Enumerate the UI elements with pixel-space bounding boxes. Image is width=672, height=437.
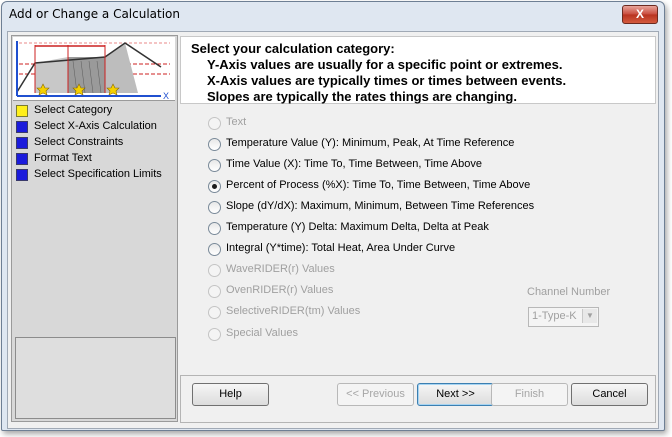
step-indicator-icon <box>16 169 28 181</box>
step-label: Select Category <box>34 104 113 116</box>
instructions-line: Slopes are typically the rates things ar… <box>207 89 517 104</box>
channel-number-value: 1-Type-K <box>532 310 577 322</box>
option-label: Special Values <box>226 327 298 339</box>
step-indicator-icon <box>16 121 28 133</box>
instructions-title: Select your calculation category: <box>191 41 395 56</box>
step-indicator-icon <box>16 153 28 165</box>
radio-icon <box>208 117 221 130</box>
channel-number-select[interactable]: 1-Type-K ▼ <box>528 307 599 327</box>
steps-list: Select Category Select X-Axis Calculatio… <box>12 103 177 183</box>
step-label: Select X-Axis Calculation <box>34 120 157 132</box>
option-label: Text <box>226 116 247 128</box>
button-bar: Help << Previous Next >> Finish Cancel <box>180 375 656 423</box>
option-label: Slope (dY/dX): Maximum, Minimum, Between… <box>226 200 535 212</box>
option-label: Percent of Process (%X): Time To, Time B… <box>226 179 531 191</box>
radio-icon <box>208 138 221 151</box>
radio-icon <box>208 222 221 235</box>
option-label: SelectiveRIDER(tm) Values <box>226 305 361 317</box>
radio-icon <box>208 264 221 277</box>
radio-checked-icon <box>208 180 221 193</box>
thumbnail-axis-label: X <box>163 91 169 100</box>
step-label: Format Text <box>34 152 92 164</box>
radio-icon <box>208 285 221 298</box>
instructions-line: Y-Axis values are usually for a specific… <box>207 57 563 72</box>
instructions-line: X-Axis values are typically times or tim… <box>207 73 567 88</box>
category-thumbnail: X <box>13 37 175 101</box>
option-label: OvenRIDER(r) Values <box>226 284 334 296</box>
category-pane: Select your calculation category: Y-Axis… <box>180 36 656 378</box>
step-select-category[interactable]: Select Category <box>12 103 177 119</box>
channel-number-label: Channel Number <box>527 286 611 298</box>
cancel-button[interactable]: Cancel <box>571 383 648 406</box>
chevron-down-icon[interactable]: ▼ <box>582 309 597 323</box>
description-panel <box>15 337 176 419</box>
instructions-header: Select your calculation category: Y-Axis… <box>180 36 656 104</box>
steps-pane: X Select Category Select X-Axis Calculat… <box>11 35 178 422</box>
dialog-window: Add or Change a Calculation X X Select C… <box>1 1 665 431</box>
step-format-text[interactable]: Format Text <box>12 151 177 167</box>
radio-icon <box>208 243 221 256</box>
option-label: Integral (Y*time): Total Heat, Area Unde… <box>226 242 456 254</box>
close-button[interactable]: X <box>622 5 658 24</box>
option-label: Temperature (Y) Delta: Maximum Delta, De… <box>226 221 489 233</box>
radio-icon <box>208 328 221 341</box>
previous-button[interactable]: << Previous <box>337 383 414 406</box>
step-select-constraints[interactable]: Select Constraints <box>12 135 177 151</box>
step-select-x-axis-calculation[interactable]: Select X-Axis Calculation <box>12 119 177 135</box>
radio-icon <box>208 306 221 319</box>
finish-button[interactable]: Finish <box>491 383 568 406</box>
close-icon: X <box>635 7 644 21</box>
step-label: Select Specification Limits <box>34 168 162 180</box>
option-label: WaveRIDER(r) Values <box>226 263 335 275</box>
option-label: Temperature Value (Y): Minimum, Peak, At… <box>226 137 515 149</box>
radio-icon <box>208 159 221 172</box>
help-button[interactable]: Help <box>192 383 269 406</box>
profile-graph-icon: X <box>13 37 175 101</box>
radio-icon <box>208 201 221 214</box>
step-label: Select Constraints <box>34 136 124 148</box>
option-label: Time Value (X): Time To, Time Between, T… <box>226 158 482 170</box>
step-select-specification-limits[interactable]: Select Specification Limits <box>12 167 177 183</box>
next-button[interactable]: Next >> <box>417 383 494 406</box>
dialog-client: X Select Category Select X-Axis Calculat… <box>7 31 659 429</box>
step-indicator-icon <box>16 105 28 117</box>
step-indicator-icon <box>16 137 28 149</box>
window-title: Add or Change a Calculation <box>9 7 181 21</box>
title-bar[interactable]: Add or Change a Calculation X <box>2 2 664 26</box>
